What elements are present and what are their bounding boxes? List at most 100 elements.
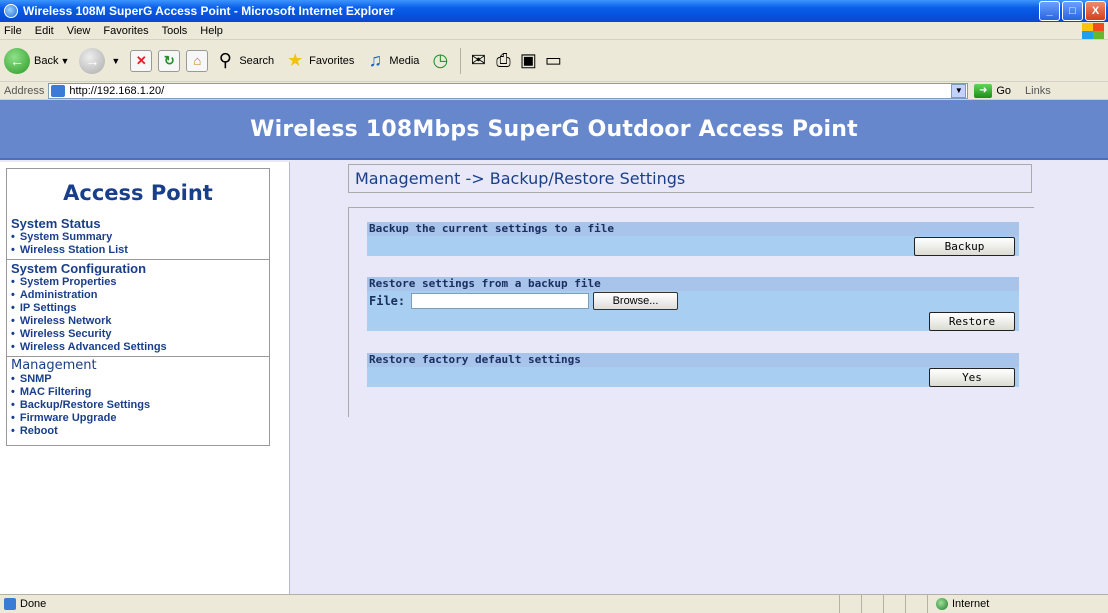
sidebar-item-backup-restore-settings[interactable]: Backup/Restore Settings <box>11 399 269 412</box>
windows-logo-icon <box>1082 23 1104 39</box>
stop-icon[interactable]: ✕ <box>130 49 153 72</box>
messenger-icon[interactable]: ▭ <box>542 50 564 72</box>
home-icon[interactable]: ⌂ <box>186 49 209 72</box>
sidebar-item-mac-filtering[interactable]: MAC Filtering <box>11 386 269 399</box>
search-icon: ⚲ <box>218 50 232 70</box>
nav-section-title: Management <box>11 358 97 373</box>
sidebar-item-reboot[interactable]: Reboot <box>11 425 269 438</box>
media-label: Media <box>389 54 420 67</box>
menu-tools[interactable]: Tools <box>162 25 188 37</box>
file-input[interactable] <box>411 293 589 309</box>
toolbar-separator <box>460 47 462 74</box>
minimize-button[interactable]: _ <box>1039 1 1060 21</box>
status-bar: Done Internet <box>0 594 1108 613</box>
chevron-down-icon: ▼ <box>60 55 70 66</box>
web-content: Wireless 108Mbps SuperG Outdoor Access P… <box>0 100 1108 594</box>
favorites-button[interactable]: ★ Favorites <box>284 50 354 72</box>
address-bar: Address http://192.168.1.20/ ▼ ➜ Go Link… <box>0 82 1108 100</box>
page-icon <box>51 84 66 97</box>
print-icon[interactable]: ⎙ <box>492 50 514 72</box>
history-icon[interactable]: ◷ <box>429 50 451 72</box>
status-label: Done <box>20 598 47 610</box>
browser-toolbar: ← Back ▼ → ▼ ✕ ↻ ⌂ ⚲ Search ★ Favorites … <box>0 40 1108 82</box>
media-icon: ♫ <box>368 50 383 70</box>
settings-form: Backup the current settings to a file Ba… <box>348 207 1034 417</box>
sidebar-nav: Access Point System Status System Summar… <box>6 168 270 446</box>
backup-section: Backup the current settings to a file Ba… <box>367 222 1019 256</box>
refresh-icon[interactable]: ↻ <box>158 49 181 72</box>
restore-button[interactable]: Restore <box>929 312 1015 331</box>
back-arrow-icon: ← <box>4 47 30 74</box>
chevron-down-icon: ▼ <box>111 55 121 66</box>
section-row: Restore <box>367 311 1019 331</box>
nav-section-title: System Status <box>11 216 101 231</box>
ie-icon <box>4 4 18 18</box>
section-header: Restore factory default settings <box>367 353 1019 367</box>
sidebar-item-wireless-advanced-settings[interactable]: Wireless Advanced Settings <box>11 341 269 354</box>
sidebar-item-ip-settings[interactable]: IP Settings <box>11 302 269 315</box>
file-row: File: Browse... <box>367 291 1019 311</box>
sidebar-item-system-properties[interactable]: System Properties <box>11 276 269 289</box>
forward-arrow-icon: → <box>79 47 106 74</box>
sidebar: Access Point System Status System Summar… <box>0 162 290 594</box>
nav-section-system-status: System Status System Summary Wireless St… <box>7 215 269 257</box>
nav-section-system-configuration: System Configuration System Properties A… <box>7 259 269 354</box>
back-label: Back <box>34 54 59 67</box>
sidebar-item-snmp[interactable]: SNMP <box>11 373 269 386</box>
menu-help[interactable]: Help <box>200 25 223 37</box>
page-title: Wireless 108Mbps SuperG Outdoor Access P… <box>250 116 858 142</box>
search-button[interactable]: ⚲ Search <box>214 50 274 72</box>
restore-section: Restore settings from a backup file File… <box>367 277 1019 331</box>
factory-reset-yes-button[interactable]: Yes <box>929 368 1015 387</box>
browse-button[interactable]: Browse... <box>593 292 678 310</box>
menu-file[interactable]: File <box>4 25 22 37</box>
go-arrow-icon: ➜ <box>974 83 993 98</box>
forward-button[interactable]: → ▼ <box>79 47 121 74</box>
sidebar-item-firmware-upgrade[interactable]: Firmware Upgrade <box>11 412 269 425</box>
window-title: Wireless 108M SuperG Access Point - Micr… <box>23 4 395 18</box>
edit-icon[interactable]: ▣ <box>517 50 539 72</box>
address-url: http://192.168.1.20/ <box>69 84 165 97</box>
status-cell <box>840 595 862 613</box>
backup-button[interactable]: Backup <box>914 237 1015 256</box>
page-icon <box>4 598 16 610</box>
chevron-down-icon[interactable]: ▼ <box>951 83 967 98</box>
globe-icon <box>936 598 948 610</box>
address-input[interactable]: http://192.168.1.20/ ▼ <box>48 82 969 99</box>
file-label: File: <box>369 294 406 308</box>
sidebar-item-wireless-station-list[interactable]: Wireless Station List <box>11 244 269 257</box>
back-button[interactable]: ← Back ▼ <box>4 47 70 74</box>
breadcrumb-text: Management -> Backup/Restore Settings <box>355 169 686 188</box>
sidebar-item-administration[interactable]: Administration <box>11 289 269 302</box>
breadcrumb: Management -> Backup/Restore Settings <box>348 164 1032 193</box>
favorites-label: Favorites <box>309 54 355 67</box>
section-header: Restore settings from a backup file <box>367 277 1019 291</box>
status-cell <box>862 595 884 613</box>
menu-edit[interactable]: Edit <box>35 25 54 37</box>
go-label: Go <box>996 84 1012 97</box>
menu-favorites[interactable]: Favorites <box>103 25 148 37</box>
section-row: Yes <box>367 367 1019 387</box>
sidebar-heading: Access Point <box>63 181 213 205</box>
maximize-button[interactable]: □ <box>1062 1 1083 21</box>
go-button[interactable]: ➜ Go <box>974 83 1012 98</box>
sidebar-item-wireless-network[interactable]: Wireless Network <box>11 315 269 328</box>
zone-label: Internet <box>952 598 990 610</box>
menu-bar: File Edit View Favorites Tools Help <box>0 22 1108 40</box>
status-text: Done <box>0 595 840 613</box>
media-button[interactable]: ♫ Media <box>364 50 420 72</box>
favorites-star-icon: ★ <box>287 50 304 70</box>
main-panel: Management -> Backup/Restore Settings Ba… <box>290 162 1108 594</box>
window-title-bar: Wireless 108M SuperG Access Point - Micr… <box>0 0 1108 22</box>
sidebar-item-wireless-security[interactable]: Wireless Security <box>11 328 269 341</box>
sidebar-item-system-summary[interactable]: System Summary <box>11 231 269 244</box>
search-label: Search <box>239 54 275 67</box>
mail-icon[interactable]: ✉ <box>467 50 489 72</box>
menu-view[interactable]: View <box>67 25 91 37</box>
links-button[interactable]: Links <box>1025 85 1051 97</box>
nav-section-management: Management SNMP MAC Filtering Backup/Res… <box>7 356 269 438</box>
address-label: Address <box>4 84 45 97</box>
section-row: Backup <box>367 236 1019 256</box>
factory-reset-section: Restore factory default settings Yes <box>367 353 1019 387</box>
close-button[interactable]: X <box>1085 1 1106 21</box>
